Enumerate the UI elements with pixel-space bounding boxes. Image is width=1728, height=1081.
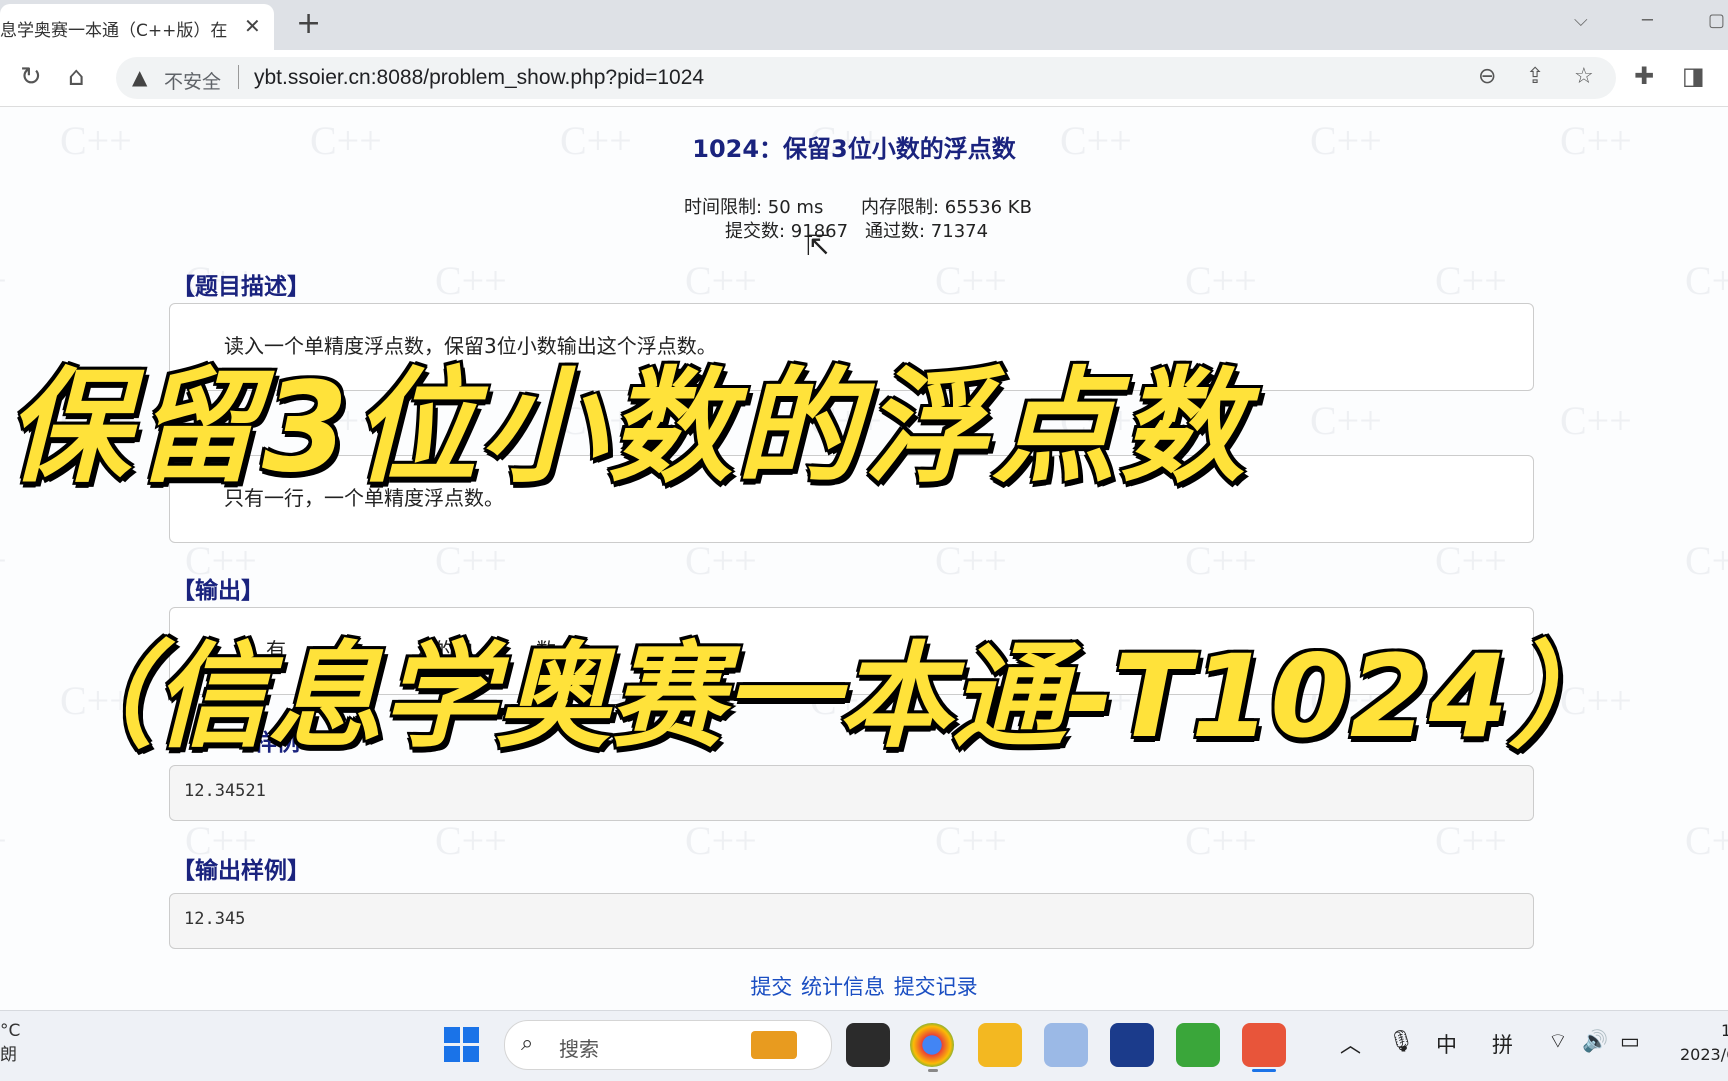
minimize-icon[interactable]: ─ (1642, 10, 1653, 31)
star-icon[interactable]: ☆ (1574, 64, 1594, 89)
wifi-icon[interactable]: ⌔ (1548, 1029, 1568, 1055)
watermark-text: C++ (1435, 818, 1507, 863)
new-tab-button[interactable]: + (296, 6, 321, 41)
side-panel-icon[interactable]: ◨ (1682, 62, 1705, 90)
page-content: C++ C++ C++ C++ C++ C++ C++ C++ C++ C++ C++ C++ C++ C… (0, 107, 1728, 1010)
watermark-text: C++ (0, 817, 7, 864)
watermark-text: C++ (1185, 258, 1257, 303)
briefcase-icon (751, 1031, 797, 1059)
problem-links: 提交 统计信息 提交记录 (0, 971, 1728, 1001)
accepted-count: 通过数: 71374 (865, 221, 989, 242)
active-app-indicator (1252, 1069, 1276, 1072)
warning-icon: ▲ (132, 65, 148, 89)
address-bar[interactable]: ▲ 不安全 ybt.ssoier.cn:8088/problem_show.ph… (116, 57, 1616, 99)
chevron-down-icon[interactable]: ⌵ (1574, 10, 1588, 31)
divider (238, 65, 239, 89)
time-limit: 时间限制: 50 ms (684, 197, 824, 218)
search-icon: ⌕ (521, 1031, 534, 1056)
chrome-running-indicator (928, 1069, 938, 1072)
watermark-text: C++ (935, 258, 1007, 303)
watermark-text: C++ (1185, 818, 1257, 863)
watermark-text: C++ (1560, 398, 1632, 443)
watermark-text: C++ (1685, 818, 1728, 863)
browser-tab[interactable]: 息学奥赛一本通（C++版）在 ✕ (0, 4, 274, 50)
recorder-app-icon[interactable] (1242, 1023, 1286, 1067)
close-icon[interactable]: ✕ (244, 14, 261, 38)
watermark-text: C++ (1685, 258, 1728, 303)
submission-records-link[interactable]: 提交记录 (894, 975, 978, 999)
paint-icon[interactable] (1044, 1023, 1088, 1067)
share-icon[interactable]: ⇪ (1526, 64, 1544, 89)
windows-taskbar: °C 朗 ⌕ 搜索 ︿ 🎙 中 拼 ⌔ 🔊 ▭ 10 2023/6, (0, 1010, 1728, 1081)
memory-limit: 内存限制: 65536 KB (861, 197, 1032, 218)
weather-temp: °C (0, 1021, 21, 1041)
watermark-text: C++ (1185, 538, 1257, 583)
watermark-text: C++ (685, 538, 757, 583)
problem-title: 1024：保留3位小数的浮点数 (692, 135, 1016, 163)
input-sample-box: 12.34521 (169, 765, 1534, 821)
start-icon[interactable] (444, 1027, 480, 1063)
statistics-link[interactable]: 统计信息 (801, 975, 885, 999)
overlay-title-line1: 保留3位小数的浮点数 (4, 354, 1249, 502)
submit-link[interactable]: 提交 (750, 975, 792, 999)
dev-cpp-icon[interactable] (1110, 1023, 1154, 1067)
watermark-text: C++ (1310, 398, 1382, 443)
overlay-title-line2: （信息学奥赛一本通-T1024） (38, 628, 1624, 765)
insecure-label: 不安全 (164, 71, 222, 93)
clock-date: 2023/6, (1680, 1045, 1728, 1064)
description-heading: 【题目描述】 (172, 274, 310, 300)
maximize-icon[interactable]: ▢ (1708, 10, 1725, 31)
mouse-cursor-icon: ⇱ (806, 229, 830, 262)
watermark-text: C++ (935, 818, 1007, 863)
url-text[interactable]: ybt.ssoier.cn:8088/problem_show.php?pid=… (254, 66, 704, 90)
microphone-icon[interactable]: 🎙 (1388, 1029, 1415, 1054)
file-explorer-icon[interactable] (978, 1023, 1022, 1067)
output-heading: 【输出】 (172, 578, 264, 604)
system-clock[interactable]: 10 2023/6, (1680, 1019, 1728, 1067)
watermark-text: C++ (0, 257, 7, 304)
home-icon[interactable]: ⌂ (68, 62, 85, 92)
watermark-text: C++ (935, 538, 1007, 583)
ime-mode[interactable]: 拼 (1492, 1029, 1513, 1059)
weather-widget[interactable]: °C 朗 (0, 1019, 20, 1067)
watermark-text: C++ (435, 258, 507, 303)
zoom-out-icon[interactable]: ⊖ (1478, 64, 1496, 89)
watermark-text: C++ (435, 538, 507, 583)
chrome-icon[interactable] (910, 1023, 954, 1067)
output-sample-text: 12.345 (184, 909, 246, 929)
watermark-text: C++ (685, 818, 757, 863)
chevron-up-icon[interactable]: ︿ (1340, 1029, 1361, 1059)
reload-icon[interactable]: ↻ (20, 62, 42, 92)
watermark-text: C++ (435, 818, 507, 863)
task-view-icon[interactable] (846, 1023, 890, 1067)
input-sample-text: 12.34521 (184, 781, 266, 801)
watermark-text: C++ (685, 258, 757, 303)
output-sample-heading: 【输出样例】 (172, 858, 310, 884)
tab-title: 息学奥赛一本通（C++版）在 (0, 21, 228, 41)
tab-bar: 息学奥赛一本通（C++版）在 ✕ + ⌵ ─ ▢ (0, 0, 1728, 50)
weather-desc: 朗 (0, 1045, 17, 1065)
taskbar-search[interactable]: ⌕ 搜索 (504, 1020, 832, 1070)
ime-language[interactable]: 中 (1436, 1029, 1457, 1059)
volume-icon[interactable]: 🔊 (1582, 1029, 1608, 1054)
browser-toolbar: ↻ ⌂ ▲ 不安全 ybt.ssoier.cn:8088/problem_sho… (0, 50, 1728, 107)
output-sample-box: 12.345 (169, 893, 1534, 949)
watermark-text: C++ (1685, 538, 1728, 583)
extensions-icon[interactable]: ✚ (1634, 62, 1654, 90)
search-label: 搜索 (559, 1037, 599, 1061)
watermark-text: C++ (1435, 538, 1507, 583)
watermark-text: C++ (0, 537, 7, 584)
battery-icon[interactable]: ▭ (1620, 1029, 1640, 1053)
code-editor-icon[interactable] (1176, 1023, 1220, 1067)
clock-time: 10 (1721, 1021, 1728, 1040)
submission-count: 提交数: 91867 (725, 221, 849, 242)
watermark-text: C++ (1435, 258, 1507, 303)
